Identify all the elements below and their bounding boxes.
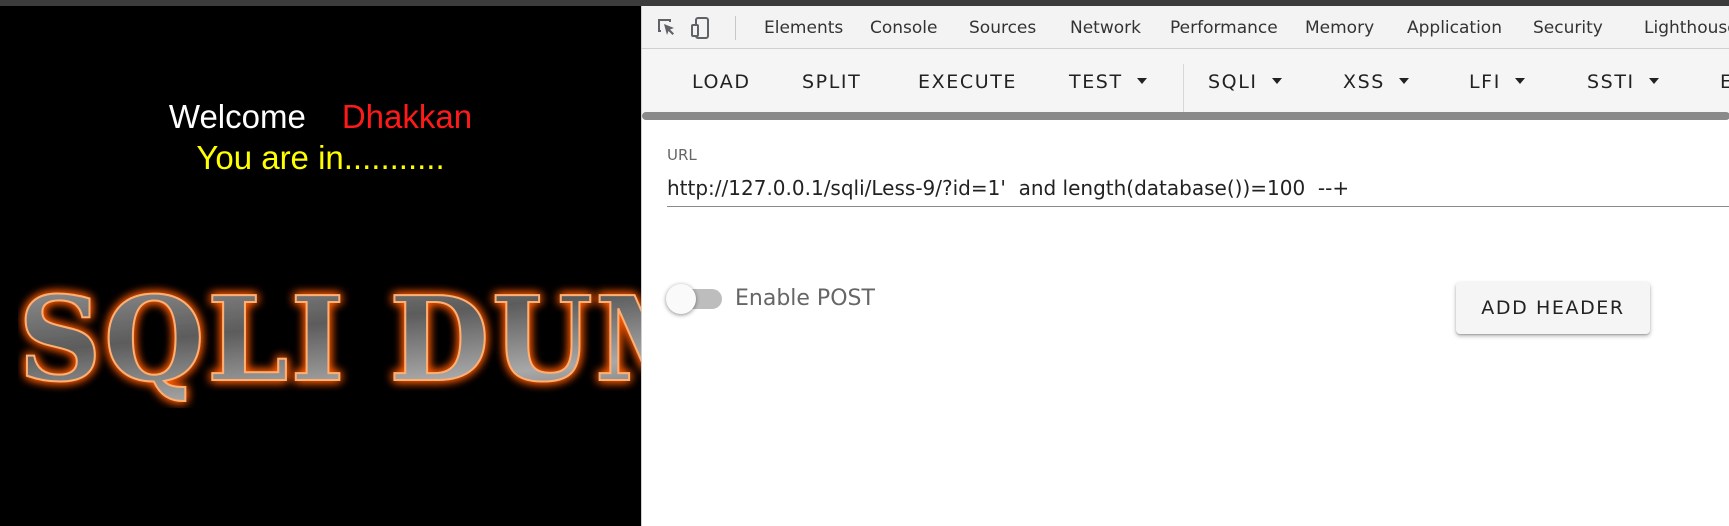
welcome-line: Welcome Dhakkan [0, 97, 641, 137]
enable-post-label: Enable POST [735, 286, 875, 311]
url-label: URL [667, 146, 697, 164]
chevron-down-icon [1398, 77, 1409, 84]
inspect-element-icon[interactable] [655, 16, 679, 40]
sqli-label: SQLI [1208, 71, 1258, 93]
tab-bar-separator [735, 16, 736, 40]
svg-text:SQLI DUMB SERIES: SQLI DUMB SERIES [18, 272, 641, 408]
tab-network[interactable]: Network [1070, 18, 1141, 38]
welcome-text: Welcome [168, 98, 306, 135]
ssti-label: SSTI [1587, 71, 1635, 93]
xss-label: XSS [1343, 71, 1385, 93]
lfi-menu-button[interactable]: LFI [1469, 71, 1525, 93]
encryption-menu-button[interactable]: ENCRYPTION [1720, 71, 1729, 93]
status-text: You are in........... [196, 139, 445, 176]
add-header-button[interactable]: ADD HEADER [1456, 282, 1650, 334]
lfi-label: LFI [1469, 71, 1501, 93]
username-text: Dhakkan [341, 98, 473, 135]
toolbar-divider [1183, 64, 1184, 112]
url-input[interactable] [667, 170, 1729, 207]
tab-application[interactable]: Application [1407, 18, 1502, 38]
chevron-down-icon [1648, 77, 1659, 84]
devtools-tab-bar: Elements Console Sources Network Perform… [642, 6, 1729, 49]
test-menu-button[interactable]: TEST [1069, 71, 1147, 93]
horizontal-scrollbar[interactable] [642, 112, 1729, 120]
ssti-menu-button[interactable]: SSTI [1587, 71, 1659, 93]
device-toolbar-icon[interactable] [690, 16, 714, 40]
chevron-down-icon [1514, 77, 1525, 84]
enable-post-toggle[interactable] [666, 284, 724, 314]
chevron-down-icon [1271, 77, 1282, 84]
tab-elements[interactable]: Elements [764, 18, 843, 38]
xss-menu-button[interactable]: XSS [1343, 71, 1409, 93]
load-button[interactable]: LOAD [692, 71, 751, 93]
tab-memory[interactable]: Memory [1305, 18, 1374, 38]
devtools-panel: Elements Console Sources Network Perform… [641, 6, 1729, 526]
tab-security[interactable]: Security [1533, 18, 1603, 38]
tab-lighthouse[interactable]: Lighthouse [1644, 18, 1729, 38]
tab-console[interactable]: Console [870, 18, 938, 38]
toggle-knob [666, 284, 696, 314]
sqli-menu-button[interactable]: SQLI [1208, 71, 1282, 93]
test-label: TEST [1069, 71, 1123, 93]
chevron-down-icon [1136, 77, 1147, 84]
sqli-dumb-series-banner: SQLI DUMB SERIES [18, 271, 641, 408]
web-page: Welcome Dhakkan You are in........... SQL… [0, 6, 641, 526]
split-button[interactable]: SPLIT [802, 71, 861, 93]
execute-button[interactable]: EXECUTE [918, 71, 1017, 93]
tab-sources[interactable]: Sources [969, 18, 1036, 38]
hackbar-toolbar: LOAD SPLIT EXECUTE TEST SQLI XSS LFI SST… [642, 49, 1729, 113]
tab-performance[interactable]: Performance [1170, 18, 1278, 38]
